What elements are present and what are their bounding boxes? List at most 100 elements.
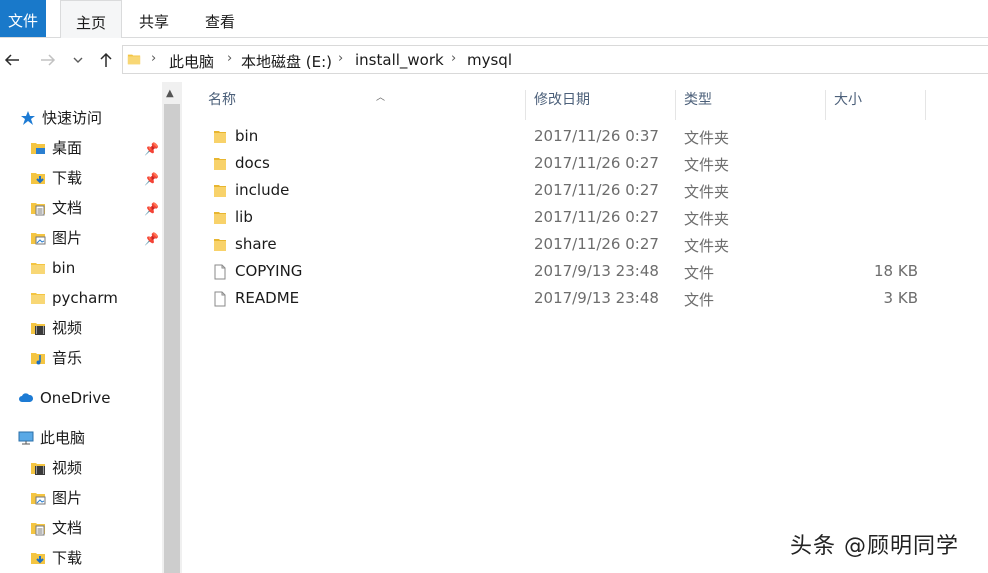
computer-icon bbox=[18, 431, 34, 445]
file-name: COPYING bbox=[235, 262, 303, 280]
table-row[interactable]: share 2017/11/26 0:27 文件夹 bbox=[206, 231, 946, 258]
document-icon bbox=[31, 203, 45, 216]
pin-icon[interactable]: 📌 bbox=[144, 232, 159, 246]
download-icon bbox=[31, 553, 45, 564]
table-row[interactable]: docs 2017/11/26 0:27 文件夹 bbox=[206, 150, 946, 177]
folder-icon bbox=[214, 185, 226, 197]
film-icon bbox=[31, 463, 45, 475]
forward-button[interactable] bbox=[38, 50, 60, 72]
file-size: 18 KB bbox=[874, 262, 918, 280]
file-modified: 2017/9/13 23:48 bbox=[534, 262, 659, 280]
tab-file[interactable]: 文件 bbox=[0, 0, 46, 37]
table-row[interactable]: README 2017/9/13 23:48 文件 3 KB bbox=[206, 285, 946, 312]
file-modified: 2017/11/26 0:27 bbox=[534, 208, 659, 226]
breadcrumb-separator[interactable]: › bbox=[338, 51, 343, 66]
folder-icon bbox=[127, 54, 141, 65]
file-type: 文件夹 bbox=[684, 129, 730, 147]
file-type: 文件夹 bbox=[684, 183, 730, 201]
file-name: share bbox=[235, 235, 277, 253]
sidebar-item-label: 此电脑 bbox=[40, 429, 86, 447]
breadcrumb-install-work[interactable]: install_work bbox=[355, 51, 444, 69]
ribbon: 文件 主页 共享 查看 bbox=[0, 0, 988, 39]
pin-icon[interactable]: 📌 bbox=[144, 202, 159, 216]
scroll-up-arrow-icon[interactable]: ▲ bbox=[166, 88, 174, 99]
file-modified: 2017/11/26 0:27 bbox=[534, 154, 659, 172]
file-type: 文件 bbox=[684, 264, 715, 282]
folder-icon bbox=[214, 158, 226, 170]
download-icon bbox=[31, 173, 45, 184]
recent-locations-button[interactable] bbox=[72, 50, 86, 72]
file-modified: 2017/11/26 0:27 bbox=[534, 181, 659, 199]
breadcrumb-this-pc[interactable]: 此电脑 bbox=[169, 51, 214, 72]
file-size: 3 KB bbox=[883, 289, 918, 307]
sidebar-item-label: 下载 bbox=[52, 169, 83, 187]
file-name: README bbox=[235, 289, 300, 307]
tab-home[interactable]: 主页 bbox=[60, 0, 122, 39]
up-button[interactable] bbox=[96, 50, 116, 72]
watermark: 头条 @顾明同学 bbox=[790, 534, 959, 559]
file-modified: 2017/11/26 0:37 bbox=[534, 127, 659, 145]
tab-view[interactable]: 查看 bbox=[190, 0, 250, 38]
navigation-bar: › 此电脑 › 本地磁盘 (E:) › install_work › mysql bbox=[0, 38, 988, 82]
scroll-thumb[interactable] bbox=[164, 104, 180, 573]
folder-icon bbox=[214, 239, 226, 251]
folder-icon bbox=[31, 293, 45, 304]
sidebar-item-label: 桌面 bbox=[52, 139, 83, 157]
sort-ascending-icon: ︿ bbox=[376, 93, 386, 103]
column-header-name[interactable]: 名称 ︿ bbox=[200, 90, 526, 120]
tab-share[interactable]: 共享 bbox=[126, 0, 182, 38]
folder-icon bbox=[214, 212, 226, 224]
breadcrumb-mysql[interactable]: mysql bbox=[467, 51, 512, 69]
sidebar-item-label: 文档 bbox=[52, 199, 83, 217]
file-name: include bbox=[235, 181, 290, 199]
back-button[interactable] bbox=[2, 50, 24, 72]
music-icon bbox=[31, 353, 45, 365]
address-bar[interactable]: › 此电脑 › 本地磁盘 (E:) › install_work › mysql bbox=[122, 45, 988, 74]
pin-icon[interactable]: 📌 bbox=[144, 142, 159, 156]
sidebar-item-label: 图片 bbox=[52, 229, 83, 247]
file-type: 文件夹 bbox=[684, 210, 730, 228]
breadcrumb-separator[interactable]: › bbox=[151, 51, 156, 66]
arrow-left-icon bbox=[4, 54, 19, 66]
folder-icon bbox=[31, 263, 45, 274]
column-header-size[interactable]: 大小 bbox=[826, 90, 926, 120]
navigation-pane: 快速访问 桌面 📌 下载 📌 文档 📌 图片 📌 bin pycharm 视频 … bbox=[0, 82, 162, 573]
folder-icon bbox=[214, 131, 226, 143]
sidebar-scrollbar[interactable]: ▲ bbox=[162, 82, 182, 573]
table-row[interactable]: lib 2017/11/26 0:27 文件夹 bbox=[206, 204, 946, 231]
column-header-modified[interactable]: 修改日期 bbox=[526, 90, 676, 120]
file-modified: 2017/11/26 0:27 bbox=[534, 235, 659, 253]
sidebar-item-label: bin bbox=[52, 259, 76, 277]
sidebar-item-label: 下载 bbox=[52, 549, 83, 567]
sidebar-item-label: 快速访问 bbox=[42, 109, 103, 127]
arrow-up-icon bbox=[100, 52, 112, 67]
pin-icon[interactable]: 📌 bbox=[144, 172, 159, 186]
file-icon bbox=[214, 291, 226, 307]
document-icon bbox=[31, 523, 45, 536]
file-list: 名称 ︿ 修改日期 类型 大小 bin 2017/11/26 0:37 文件夹 doc… bbox=[182, 82, 988, 573]
picture-icon bbox=[31, 233, 46, 245]
sidebar-item-label: 文档 bbox=[52, 519, 83, 537]
film-icon bbox=[31, 323, 45, 335]
table-row[interactable]: include 2017/11/26 0:27 文件夹 bbox=[206, 177, 946, 204]
column-header-label: 修改日期 bbox=[534, 92, 590, 108]
star-icon bbox=[21, 111, 35, 125]
column-header-type[interactable]: 类型 bbox=[676, 90, 826, 120]
sidebar-item-label: 视频 bbox=[52, 459, 83, 477]
desktop-icon bbox=[31, 143, 45, 154]
breadcrumb-separator[interactable]: › bbox=[227, 51, 232, 66]
sidebar-item-label: OneDrive bbox=[40, 389, 111, 407]
chevron-down-icon bbox=[73, 57, 83, 63]
sidebar-item-label: 视频 bbox=[52, 319, 83, 337]
sidebar-item-label: 音乐 bbox=[52, 349, 83, 367]
sidebar-item-label: 图片 bbox=[52, 489, 83, 507]
sidebar-item-label: pycharm bbox=[52, 289, 118, 307]
file-name: docs bbox=[235, 154, 270, 172]
breadcrumb-separator[interactable]: › bbox=[451, 51, 456, 66]
table-row[interactable]: bin 2017/11/26 0:37 文件夹 bbox=[206, 123, 946, 150]
arrow-right-icon bbox=[41, 54, 56, 66]
table-row[interactable]: COPYING 2017/9/13 23:48 文件 18 KB bbox=[206, 258, 946, 285]
file-type: 文件夹 bbox=[684, 156, 730, 174]
breadcrumb-drive-e[interactable]: 本地磁盘 (E:) bbox=[241, 51, 332, 72]
file-name: bin bbox=[235, 127, 259, 145]
